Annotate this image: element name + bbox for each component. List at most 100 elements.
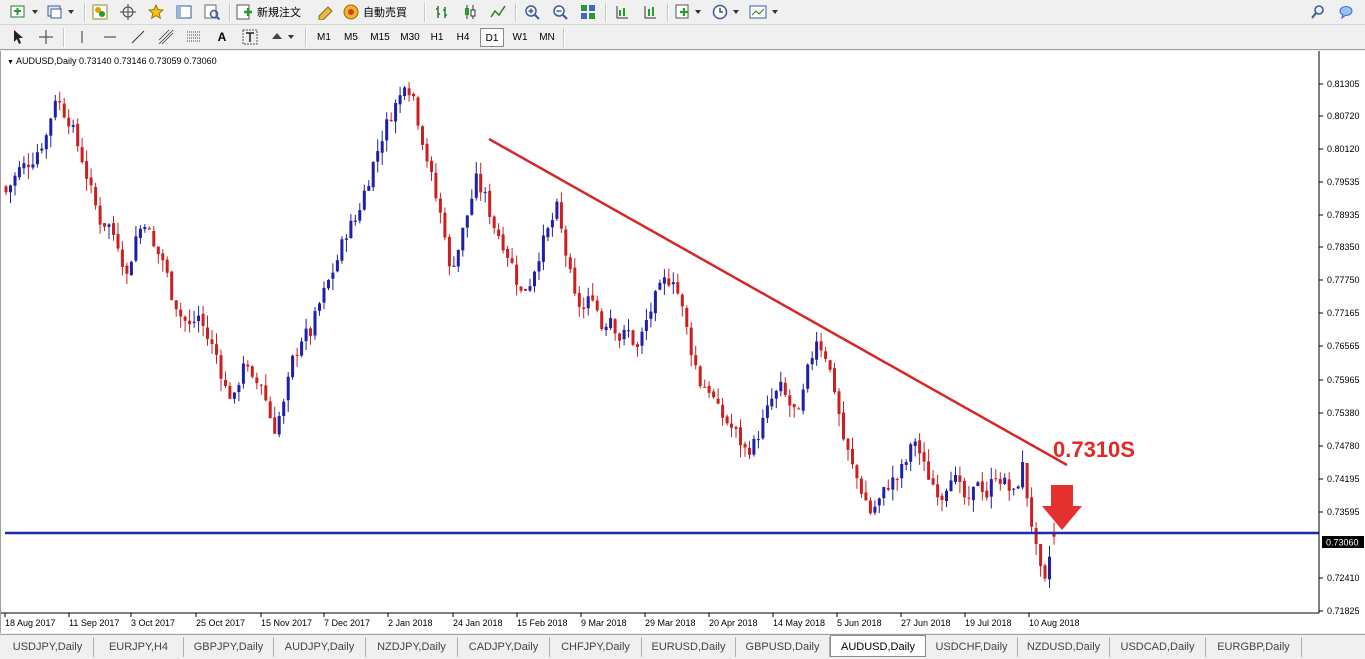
equidistant-channel-tool[interactable] <box>156 27 176 47</box>
candlestick <box>550 212 554 237</box>
profiles-icon <box>47 5 74 19</box>
symbol-tab[interactable]: AUDJPY,Daily <box>274 637 366 657</box>
zoom-out-button[interactable] <box>550 2 570 22</box>
search-button[interactable] <box>1308 2 1328 22</box>
profiles-button[interactable] <box>46 2 78 22</box>
candle-body <box>644 320 648 331</box>
crosshair-tool[interactable] <box>36 27 56 47</box>
timeframe-m15[interactable]: M15 <box>366 28 394 47</box>
timeframe-m30[interactable]: M30 <box>396 28 424 47</box>
price-chart[interactable]: 0.81305 0.80720 0.80120 0.79535 0.78935 0.783… <box>1 51 1365 633</box>
symbol-tab[interactable]: AUDUSD,Daily <box>830 635 926 657</box>
new-chart-button[interactable] <box>8 2 42 22</box>
symbol-tab[interactable]: NZDJPY,Daily <box>366 637 458 657</box>
timeframe-m1[interactable]: M1 <box>312 28 336 47</box>
candlestick <box>385 112 389 152</box>
crosshair-nav-button[interactable] <box>118 2 138 22</box>
chart-menu-triangle-icon: ▼ <box>7 59 14 66</box>
candle-body <box>331 272 335 279</box>
timeframe-w1[interactable]: W1 <box>508 28 532 47</box>
bar-chart-button[interactable] <box>432 2 452 22</box>
market-watch-button[interactable] <box>90 2 110 22</box>
timeframe-h1[interactable]: H1 <box>426 28 448 47</box>
candlestick <box>900 459 904 488</box>
indicators-button[interactable] <box>674 2 706 22</box>
symbol-tab[interactable]: EURGBP,Daily <box>1206 637 1302 657</box>
candle-body <box>98 205 102 225</box>
candle-body <box>237 385 241 392</box>
trendline-icon <box>131 30 145 44</box>
candlestick <box>1039 543 1043 577</box>
y-tick-label: 0.77750 <box>1327 275 1360 285</box>
candle-body <box>161 253 165 261</box>
symbol-tab[interactable]: GBPJPY,Daily <box>184 637 274 657</box>
candle-body <box>138 228 142 238</box>
zoom-in-button[interactable] <box>522 2 542 22</box>
periods-button[interactable] <box>710 2 744 22</box>
candle-body <box>546 228 550 238</box>
templates-button[interactable] <box>748 2 782 22</box>
chart-shift-button[interactable] <box>612 2 632 22</box>
fibonacci-tool[interactable] <box>184 27 204 47</box>
candle-body <box>188 320 192 325</box>
candle-body <box>452 265 456 267</box>
timeframe-mn[interactable]: MN <box>535 28 559 47</box>
candlestick <box>85 150 89 191</box>
candle-body <box>197 315 201 322</box>
terminal-button[interactable] <box>174 2 194 22</box>
symbol-tab[interactable]: USDCHF,Daily <box>926 637 1018 657</box>
candlestick-button[interactable] <box>460 2 480 22</box>
symbol-tab[interactable]: USDCAD,Daily <box>1110 637 1206 657</box>
auto-trading-button[interactable]: 自動売買 <box>342 2 418 22</box>
candle-body <box>900 464 904 479</box>
candle-body <box>998 478 1002 484</box>
candlestick <box>989 467 993 509</box>
candlestick <box>976 481 980 487</box>
candle-body <box>658 282 662 290</box>
chart-window[interactable]: 0.81305 0.80720 0.80120 0.79535 0.78935 0.783… <box>0 51 1365 633</box>
candle-body <box>1030 497 1034 527</box>
symbol-tab[interactable]: CHFJPY,Daily <box>550 637 642 657</box>
candle-body <box>931 478 935 485</box>
strategy-tester-button[interactable] <box>202 2 222 22</box>
line-chart-icon <box>490 5 506 18</box>
tile-windows-button[interactable] <box>578 2 598 22</box>
candlestick <box>595 295 599 313</box>
candlestick <box>631 329 635 347</box>
horizontal-line-tool[interactable] <box>100 27 120 47</box>
timeframe-d1[interactable]: D1 <box>480 28 504 47</box>
candlestick <box>855 463 859 489</box>
candlestick <box>147 226 151 230</box>
candlestick <box>174 300 178 317</box>
candle-body <box>416 97 420 126</box>
auto-scroll-button[interactable] <box>640 2 660 22</box>
cursor-tool[interactable] <box>8 27 28 47</box>
candlestick <box>649 302 653 328</box>
new-order-button[interactable]: 新規注文 <box>236 2 308 22</box>
x-tick-label: 11 Sep 2017 <box>69 618 119 628</box>
text-label-tool[interactable] <box>240 27 260 47</box>
timeframe-h4[interactable]: H4 <box>452 28 474 47</box>
candlestick <box>470 189 474 216</box>
symbol-tab[interactable]: USDJPY,Daily <box>2 637 94 657</box>
symbol-ohlc-text: AUDUSD,Daily 0.73140 0.73146 0.73059 0.7… <box>15 56 217 66</box>
candlestick <box>851 437 854 469</box>
community-button[interactable] <box>1336 2 1356 22</box>
symbol-tab[interactable]: GBPUSD,Daily <box>736 637 830 657</box>
trendline-tool[interactable] <box>128 27 148 47</box>
vertical-line-tool[interactable] <box>72 27 92 47</box>
line-chart-button[interactable] <box>488 2 508 22</box>
symbol-tab[interactable]: NZDUSD,Daily <box>1018 637 1110 657</box>
auto-trading-icon <box>343 4 359 20</box>
symbol-tab[interactable]: EURJPY,H4 <box>94 637 184 657</box>
favorites-button[interactable] <box>146 2 166 22</box>
candlestick <box>376 139 380 173</box>
text-tool[interactable]: A <box>212 27 232 47</box>
candlestick <box>546 226 550 242</box>
symbol-tab[interactable]: CADJPY,Daily <box>458 637 550 657</box>
metaeditor-button[interactable] <box>316 2 336 22</box>
symbol-tab[interactable]: EURUSD,Daily <box>642 637 736 657</box>
resistance-trendline[interactable] <box>488 137 1068 467</box>
arrows-tool[interactable] <box>268 27 298 47</box>
timeframe-m5[interactable]: M5 <box>339 28 363 47</box>
